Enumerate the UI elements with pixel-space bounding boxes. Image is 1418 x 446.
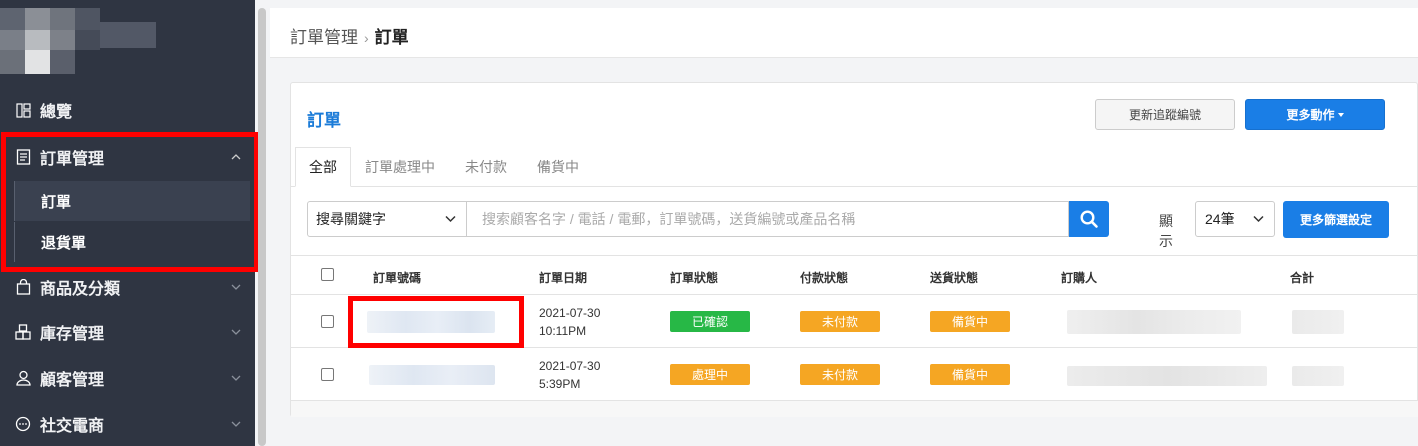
sidebar-subitem-orders[interactable]: 訂單: [14, 181, 250, 221]
column-payment-status[interactable]: 付款狀態: [800, 269, 848, 286]
sidebar: 總覽 訂單管理 訂單 退貨單 商品及分類 庫存管理 顧客管理 社交電商: [0, 0, 259, 446]
delivery-status-badge: 備貨中: [930, 364, 1010, 385]
column-customer[interactable]: 訂購人: [1061, 269, 1097, 286]
orders-card: 訂單 更新追蹤編號 更多動作 全部 訂單處理中 未付款 備貨中 搜尋關鍵字 搜索…: [290, 82, 1418, 417]
header-bar: 訂單管理 › 訂單: [270, 8, 1418, 58]
breadcrumb-parent[interactable]: 訂單管理: [290, 28, 358, 47]
sidebar-item-customers[interactable]: 顧客管理: [0, 355, 255, 401]
sidebar-item-orders[interactable]: 訂單管理: [0, 134, 255, 180]
tab-preparing[interactable]: 備貨中: [523, 147, 593, 187]
column-delivery-status[interactable]: 送貨狀態: [930, 269, 978, 286]
sidebar-item-label: 商品及分類: [40, 281, 121, 298]
table-footer: [291, 401, 1418, 417]
payment-status-badge: 未付款: [800, 364, 880, 385]
payment-status-badge: 未付款: [800, 311, 880, 332]
order-tabs: 全部 訂單處理中 未付款 備貨中: [291, 147, 1418, 187]
column-total[interactable]: 合計: [1290, 269, 1314, 286]
chevron-down-icon: [1253, 215, 1264, 223]
store-logo[interactable]: [0, 8, 160, 76]
chevron-down-icon: [231, 329, 241, 335]
sidebar-item-social-commerce[interactable]: 社交電商: [0, 401, 255, 446]
chevron-down-icon: [231, 284, 241, 290]
user-icon: [14, 369, 32, 387]
row-checkbox[interactable]: [321, 315, 334, 328]
order-date-day: 2021-07-30: [539, 359, 601, 373]
page-size-label: 顯示: [1159, 213, 1173, 249]
row-checkbox[interactable]: [321, 368, 334, 381]
sidebar-subitem-label: 退貨單: [41, 234, 87, 252]
table-row[interactable]: 2021-07-30 5:39PM 處理中 未付款 備貨中: [291, 348, 1418, 401]
order-date-day: 2021-07-30: [539, 306, 601, 320]
caret-down-icon: [1337, 112, 1344, 117]
chat-icon: [14, 415, 32, 433]
chevron-up-icon: [231, 154, 241, 160]
page-size-select[interactable]: 24筆: [1195, 201, 1275, 237]
order-number-link[interactable]: [369, 365, 495, 385]
tab-all[interactable]: 全部: [295, 147, 351, 187]
sidebar-subitem-returns[interactable]: 退貨單: [14, 222, 250, 262]
order-total: [1292, 366, 1344, 386]
page-size-value: 24筆: [1205, 211, 1235, 227]
tab-unpaid[interactable]: 未付款: [451, 147, 521, 187]
bag-icon: [14, 278, 32, 296]
order-status-badge: 已確認: [670, 311, 750, 332]
order-total: [1292, 310, 1344, 334]
sidebar-item-inventory[interactable]: 庫存管理: [0, 309, 255, 355]
order-number-link[interactable]: [367, 311, 495, 333]
chevron-down-icon: [231, 375, 241, 381]
chevron-down-icon: [231, 421, 241, 427]
search-input[interactable]: 搜索顧客名字 / 電話 / 電郵，訂單號碼，送貨編號或產品名稱: [466, 201, 1069, 237]
sidebar-item-overview[interactable]: 總覽: [0, 87, 255, 133]
sidebar-item-label: 訂單管理: [40, 151, 105, 168]
delivery-status-badge: 備貨中: [930, 311, 1010, 332]
column-order-status[interactable]: 訂單狀態: [670, 269, 718, 286]
table-row[interactable]: 2021-07-30 10:11PM 已確認 未付款 備貨中: [291, 295, 1418, 348]
boxes-icon: [14, 323, 32, 341]
order-date: 2021-07-30 10:11PM: [539, 304, 600, 340]
order-date-time: 5:39PM: [539, 377, 581, 391]
breadcrumb-separator: ›: [364, 30, 369, 46]
search-button[interactable]: [1069, 201, 1109, 237]
more-actions-button[interactable]: 更多動作: [1245, 99, 1385, 130]
keyword-type-select[interactable]: 搜尋關鍵字: [307, 201, 467, 237]
select-all-checkbox[interactable]: [321, 268, 334, 281]
tab-processing[interactable]: 訂單處理中: [355, 147, 445, 187]
more-actions-label: 更多動作: [1286, 108, 1335, 122]
column-order-date[interactable]: 訂單日期: [539, 269, 587, 286]
order-date-time: 10:11PM: [539, 324, 587, 338]
chevron-down-icon: [445, 215, 456, 223]
more-filter-button[interactable]: 更多篩選設定: [1283, 201, 1389, 238]
dashboard-icon: [14, 101, 32, 119]
sidebar-subitem-label: 訂單: [41, 193, 72, 211]
sidebar-item-label: 社交電商: [40, 418, 105, 435]
search-icon: [1080, 210, 1098, 228]
column-order-number[interactable]: 訂單號碼: [373, 269, 421, 286]
customer-name: [1067, 310, 1241, 334]
sidebar-item-label: 庫存管理: [40, 326, 105, 343]
keyword-type-value: 搜尋關鍵字: [316, 211, 386, 227]
sidebar-item-label: 總覽: [40, 104, 73, 121]
customer-name: [1067, 366, 1267, 386]
update-tracking-button[interactable]: 更新追蹤編號: [1095, 99, 1235, 130]
breadcrumb: 訂單管理 › 訂單: [290, 23, 409, 48]
order-date: 2021-07-30 5:39PM: [539, 357, 600, 393]
sidebar-item-label: 顧客管理: [40, 372, 105, 389]
order-status-badge: 處理中: [670, 364, 750, 385]
breadcrumb-current: 訂單: [374, 28, 409, 47]
table-header: 訂單號碼 訂單日期 訂單狀態 付款狀態 送貨狀態 訂購人 合計: [291, 255, 1418, 295]
sidebar-item-products[interactable]: 商品及分類: [0, 264, 255, 310]
document-icon: [14, 148, 32, 166]
sidebar-scrollbar[interactable]: [258, 8, 266, 446]
page-title: 訂單: [307, 111, 341, 130]
